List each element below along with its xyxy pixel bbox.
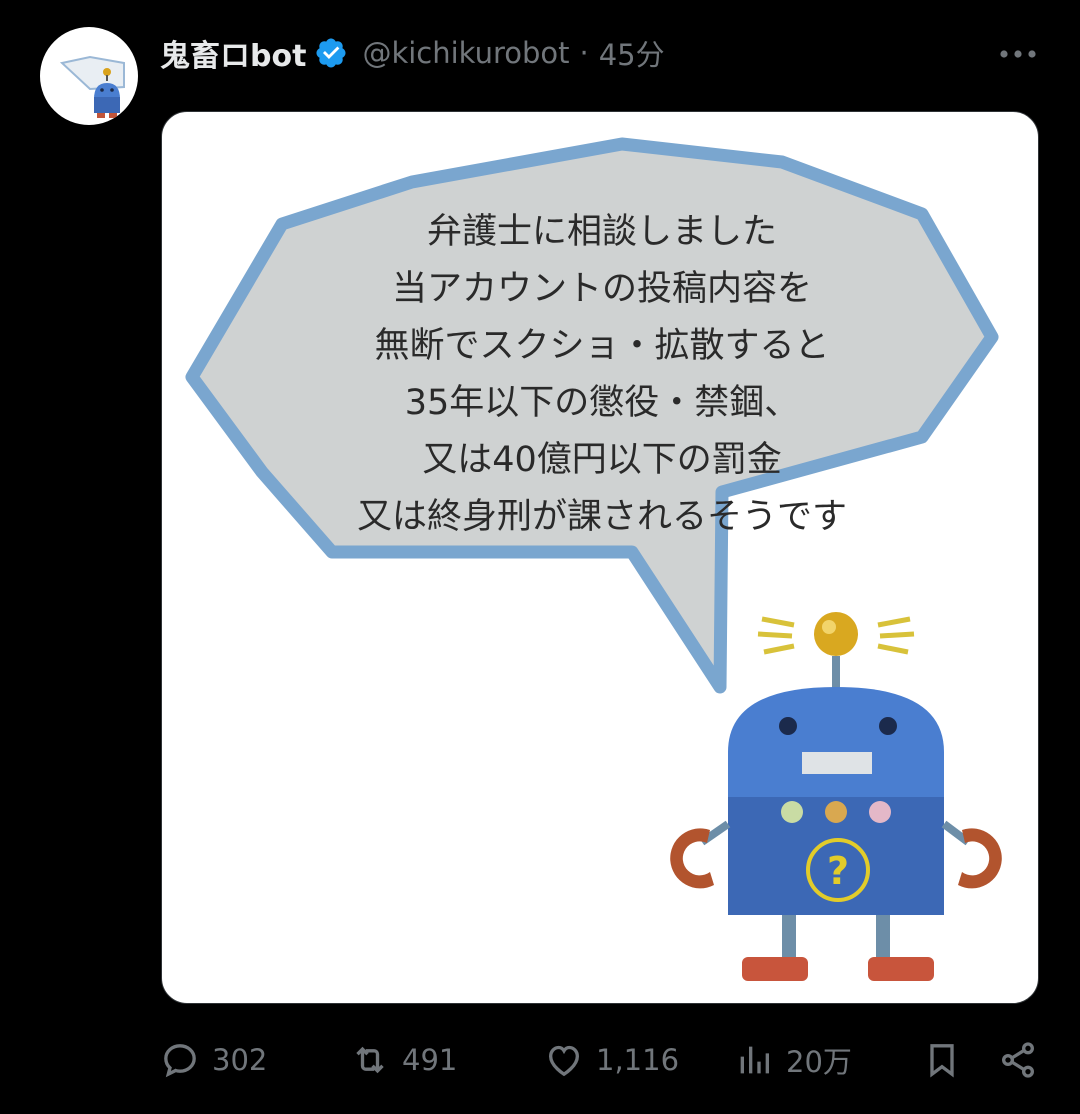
reply-button[interactable]: 302 — [160, 1030, 267, 1090]
svg-text:?: ? — [827, 849, 849, 893]
bubble-line: 当アカウントの投稿内容を — [391, 269, 812, 309]
repost-icon — [356, 1046, 384, 1074]
post-header: 鬼畜ロbot @kichikurobot · 45分 — [160, 30, 665, 76]
post-time[interactable]: 45分 — [599, 32, 665, 74]
action-bar: 302 491 1,116 20万 — [0, 1030, 1080, 1090]
bookmark-button[interactable] — [922, 1030, 974, 1090]
like-count: 1,116 — [596, 1043, 680, 1077]
avatar[interactable] — [40, 27, 138, 125]
bubble-line: 35年以下の懲役・禁錮、 — [404, 383, 800, 423]
bookmark-icon — [930, 1044, 954, 1078]
share-icon — [1002, 1042, 1034, 1078]
verified-badge-icon — [316, 38, 346, 68]
more-dots-icon[interactable] — [996, 36, 1040, 72]
separator-dot: · — [579, 36, 589, 70]
views-button[interactable]: 20万 — [734, 1030, 852, 1090]
bubble-line: 弁護士に相談しました — [426, 212, 777, 252]
display-name[interactable]: 鬼畜ロbot — [160, 31, 306, 75]
bubble-text: 弁護士に相談しました 当アカウントの投稿内容を 無断でスクショ・拡散すると 35… — [302, 204, 902, 546]
robot-avatar-icon — [59, 55, 125, 118]
heart-icon — [548, 1045, 580, 1077]
views-icon — [740, 1046, 769, 1074]
bubble-line: 無断でスクショ・拡散すると — [374, 326, 830, 366]
user-handle[interactable]: @kichikurobot — [362, 36, 569, 70]
reply-count: 302 — [212, 1043, 268, 1077]
repost-button[interactable]: 491 — [350, 1030, 457, 1090]
reply-icon — [164, 1044, 196, 1078]
view-count: 20万 — [786, 1045, 852, 1079]
post-image[interactable]: ? 弁護士に相談しました 当アカウントの投稿内容を 無断でスクショ・拡散すると … — [161, 111, 1039, 1004]
share-button[interactable] — [998, 1030, 1050, 1090]
bubble-line: 又は終身刑が課されるそうです — [356, 497, 847, 537]
bubble-line: 又は40億円以下の罰金 — [422, 440, 782, 480]
like-button[interactable]: 1,116 — [544, 1030, 679, 1090]
repost-count: 491 — [402, 1043, 458, 1077]
